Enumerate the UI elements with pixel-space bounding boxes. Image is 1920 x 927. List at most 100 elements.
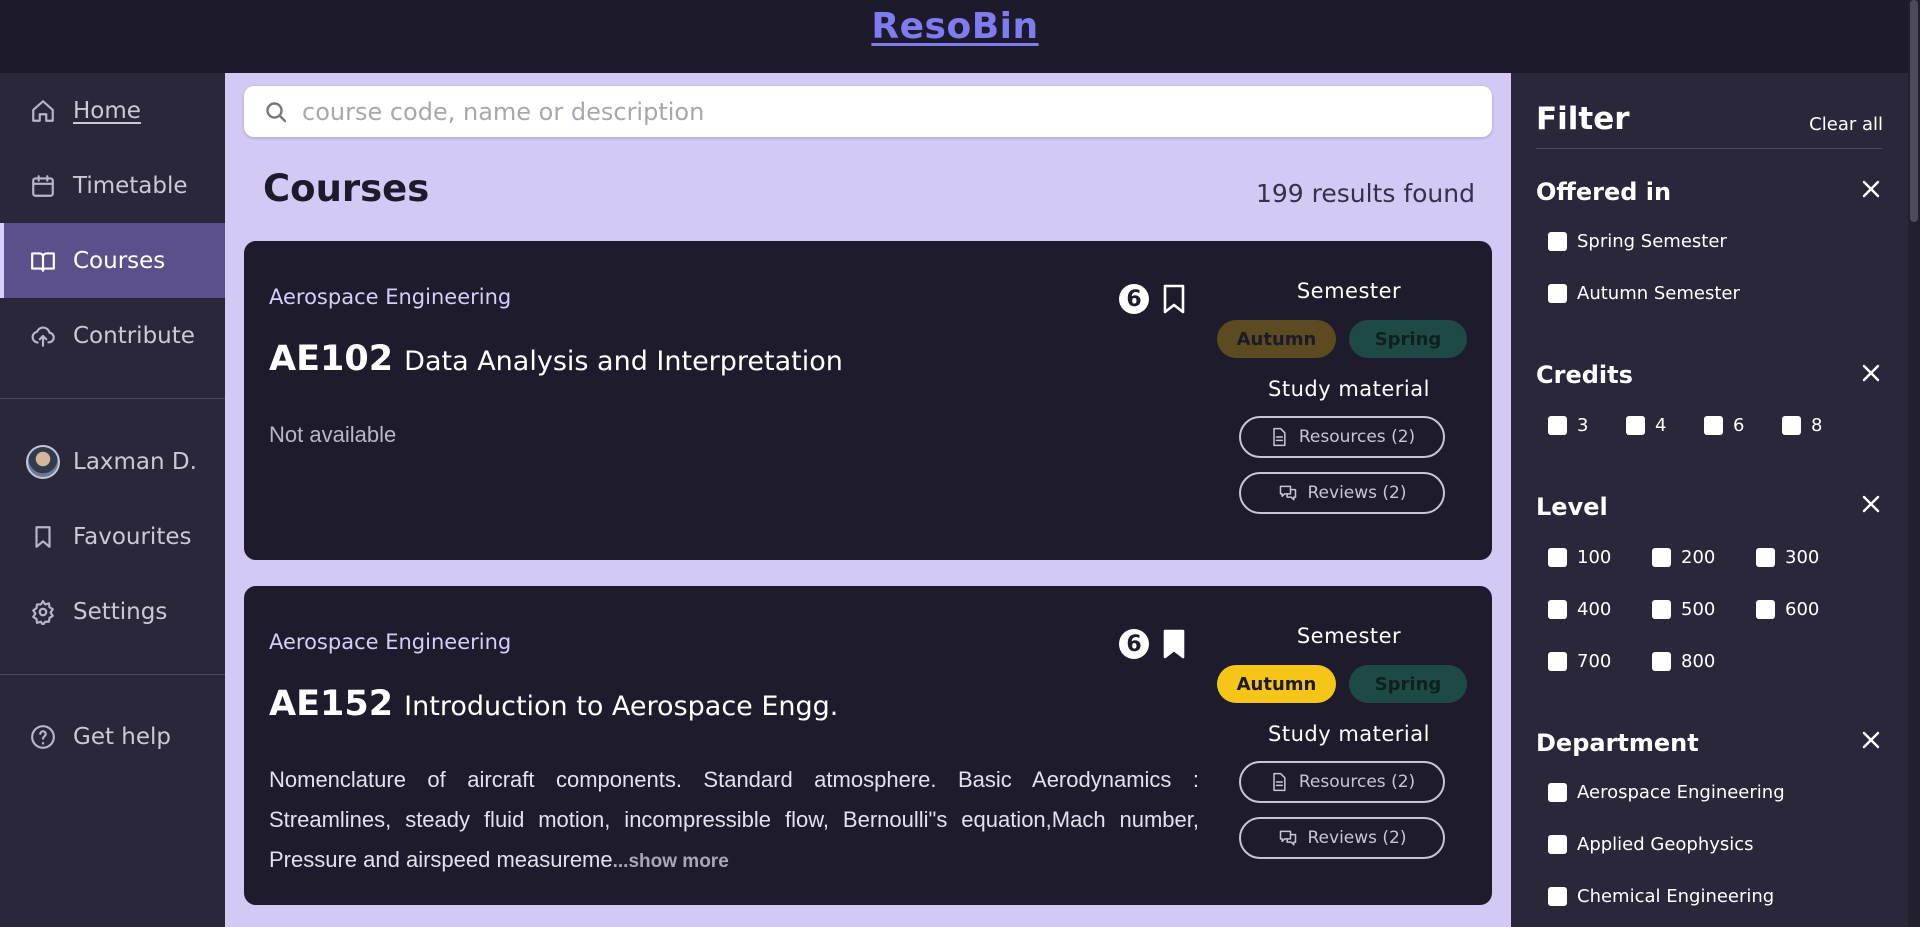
semester-label: Semester xyxy=(1296,279,1402,303)
document-icon xyxy=(1273,427,1286,447)
course-description: Not available xyxy=(269,422,397,447)
avatar xyxy=(26,444,60,479)
bookmark-filled-icon[interactable] xyxy=(1162,629,1186,659)
checkbox[interactable] xyxy=(1548,887,1567,906)
checkbox-label: Autumn Semester xyxy=(1577,283,1740,304)
filter-checkbox[interactable]: 8 xyxy=(1782,415,1822,436)
checkbox[interactable] xyxy=(1548,783,1567,802)
checkbox[interactable] xyxy=(1652,600,1671,619)
sidebar-item-settings[interactable]: Settings xyxy=(0,574,225,649)
reviews-button[interactable]: Reviews (2) xyxy=(1239,817,1445,859)
show-more-link[interactable]: ...show more xyxy=(613,851,729,872)
checkbox-label: 300 xyxy=(1785,547,1820,568)
checkbox-label: Aerospace Engineering xyxy=(1577,782,1785,803)
checkbox[interactable] xyxy=(1756,548,1775,567)
sidebar-divider xyxy=(0,398,225,399)
spring-badge: Spring xyxy=(1349,320,1467,358)
cloud-upload-icon xyxy=(30,323,56,349)
course-name: Introduction to Aerospace Engg. xyxy=(404,691,839,722)
sidebar-item-label: Contribute xyxy=(73,322,195,349)
filter-checkbox[interactable]: Chemical Engineering xyxy=(1548,886,1774,907)
resources-label: Resources (2) xyxy=(1298,772,1416,792)
checkbox[interactable] xyxy=(1626,416,1645,435)
close-icon[interactable] xyxy=(1861,179,1881,199)
checkbox[interactable] xyxy=(1548,652,1567,671)
sidebar-item-label: Get help xyxy=(73,723,172,750)
filter-checkbox[interactable]: 600 xyxy=(1756,599,1819,620)
sidebar-item-label: Favourites xyxy=(73,523,192,550)
close-icon[interactable] xyxy=(1861,730,1881,750)
reviews-button[interactable]: Reviews (2) xyxy=(1239,472,1445,514)
close-icon[interactable] xyxy=(1861,494,1881,514)
sidebar-item-contribute[interactable]: Contribute xyxy=(0,298,225,373)
sidebar-item-timetable[interactable]: Timetable xyxy=(0,148,225,223)
clear-all-button[interactable]: Clear all xyxy=(1809,114,1883,135)
autumn-badge: Autumn xyxy=(1217,665,1336,703)
sidebar-item-profile[interactable]: Laxman D. xyxy=(0,424,225,499)
chat-icon xyxy=(1279,485,1296,501)
sidebar-item-courses[interactable]: Courses xyxy=(0,223,225,298)
bookmark-icon xyxy=(30,524,56,550)
spring-badge: Spring xyxy=(1349,665,1467,703)
course-card[interactable]: Aerospace Engineering AE152 Introduction… xyxy=(244,586,1492,905)
filter-checkbox[interactable]: 700 xyxy=(1548,651,1611,672)
course-code: AE152 xyxy=(269,684,394,724)
sidebar-item-home[interactable]: Home xyxy=(0,73,225,148)
filter-panel: Filter Clear all Offered in Spring Semes… xyxy=(1511,73,1908,927)
favourites-count: 6 xyxy=(1119,284,1149,314)
sidebar-item-help[interactable]: Get help xyxy=(0,699,225,774)
help-circle-icon xyxy=(30,724,56,750)
resources-button[interactable]: Resources (2) xyxy=(1239,761,1445,803)
filter-checkbox[interactable]: 4 xyxy=(1626,415,1666,436)
filter-checkbox[interactable]: 400 xyxy=(1548,599,1611,620)
checkbox[interactable] xyxy=(1548,284,1567,303)
sidebar-item-label: Courses xyxy=(73,247,166,274)
semester-label: Semester xyxy=(1296,624,1402,648)
course-department[interactable]: Aerospace Engineering xyxy=(269,285,511,309)
resources-button[interactable]: Resources (2) xyxy=(1239,416,1445,458)
filter-checkbox[interactable]: 500 xyxy=(1652,599,1715,620)
sidebar-item-label: Timetable xyxy=(73,172,188,199)
filter-checkbox[interactable]: 200 xyxy=(1652,547,1715,568)
filter-checkbox[interactable]: 300 xyxy=(1756,547,1819,568)
filter-checkbox[interactable]: 6 xyxy=(1704,415,1744,436)
page-title: Courses xyxy=(263,167,430,210)
main-content: Courses 199 results found Aerospace Engi… xyxy=(225,73,1511,927)
bookmark-icon[interactable] xyxy=(1162,284,1186,314)
course-department[interactable]: Aerospace Engineering xyxy=(269,630,511,654)
close-icon[interactable] xyxy=(1861,363,1881,383)
filter-checkbox[interactable]: 100 xyxy=(1548,547,1611,568)
course-title[interactable]: AE152 Introduction to Aerospace Engg. xyxy=(269,684,838,724)
checkbox[interactable] xyxy=(1704,416,1723,435)
course-title[interactable]: AE102 Data Analysis and Interpretation xyxy=(269,339,843,379)
sidebar-item-label: Settings xyxy=(73,598,168,625)
filter-checkbox[interactable]: Spring Semester xyxy=(1548,231,1727,252)
book-open-icon xyxy=(30,248,56,274)
checkbox[interactable] xyxy=(1548,600,1567,619)
checkbox[interactable] xyxy=(1548,232,1567,251)
checkbox[interactable] xyxy=(1756,600,1775,619)
filter-checkbox[interactable]: 3 xyxy=(1548,415,1588,436)
filter-checkbox[interactable]: Applied Geophysics xyxy=(1548,834,1754,855)
filter-checkbox[interactable]: Autumn Semester xyxy=(1548,283,1740,304)
active-indicator xyxy=(0,223,4,298)
reviews-label: Reviews (2) xyxy=(1307,828,1407,848)
checkbox[interactable] xyxy=(1782,416,1801,435)
brand-logo-link[interactable]: ResoBin xyxy=(0,6,1910,47)
sidebar-item-favourites[interactable]: Favourites xyxy=(0,499,225,574)
filter-divider xyxy=(1536,148,1882,149)
checkbox[interactable] xyxy=(1548,416,1567,435)
filter-checkbox[interactable]: 800 xyxy=(1652,651,1715,672)
study-material-label: Study material xyxy=(1268,722,1430,746)
checkbox[interactable] xyxy=(1548,835,1567,854)
search-input[interactable] xyxy=(302,97,1452,126)
filter-checkbox[interactable]: Aerospace Engineering xyxy=(1548,782,1785,803)
document-icon xyxy=(1273,772,1286,792)
scrollbar-thumb[interactable] xyxy=(1910,0,1918,222)
course-card[interactable]: Aerospace Engineering AE102 Data Analysi… xyxy=(244,241,1492,560)
checkbox[interactable] xyxy=(1652,652,1671,671)
home-icon xyxy=(30,98,56,124)
filter-section-title: Credits xyxy=(1536,361,1633,389)
checkbox[interactable] xyxy=(1652,548,1671,567)
checkbox[interactable] xyxy=(1548,548,1567,567)
